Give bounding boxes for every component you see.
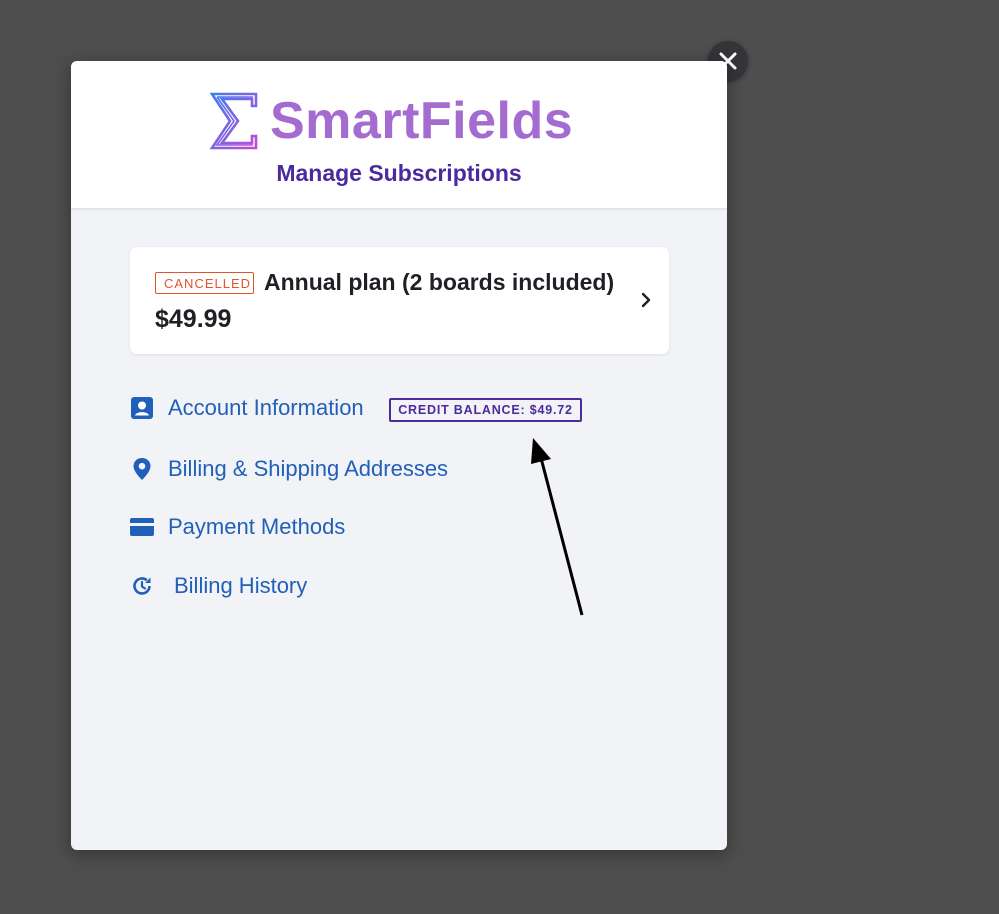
nav-label-account-information: Account Information <box>168 395 364 420</box>
credit-balance-badge: CREDIT BALANCE: $49.72 <box>389 398 582 422</box>
history-icon <box>133 577 151 595</box>
nav-item-account-information[interactable]: Account Information <box>130 393 380 423</box>
location-pin-icon <box>133 458 151 480</box>
subscription-portal-modal: SmartFields Manage Subscriptions CANCELL… <box>71 61 727 850</box>
page-title: Manage Subscriptions <box>276 160 522 186</box>
nav-item-billing-shipping-addresses[interactable]: Billing & Shipping Addresses <box>130 454 480 484</box>
nav-label-payment-methods: Payment Methods <box>168 514 346 539</box>
credit-card-icon <box>130 518 154 536</box>
plan-price: $49.99 <box>155 305 232 333</box>
nav-label-billing-history: Billing History <box>174 573 308 598</box>
status-badge: CANCELLED <box>155 272 254 294</box>
modal-header: SmartFields Manage Subscriptions <box>71 61 727 209</box>
nav-item-billing-history[interactable]: Billing History <box>130 571 330 601</box>
smartfields-logo-icon <box>209 92 258 150</box>
nav-item-payment-methods[interactable]: Payment Methods <box>130 512 370 542</box>
chevron-right-icon <box>641 292 651 308</box>
brand-name: SmartFields <box>270 92 574 150</box>
nav-label-billing-shipping-addresses: Billing & Shipping Addresses <box>168 456 449 481</box>
account-icon <box>131 397 153 419</box>
plan-name: Annual plan (2 boards included) <box>264 269 615 295</box>
subscription-card[interactable]: CANCELLED Annual plan (2 boards included… <box>130 247 669 354</box>
